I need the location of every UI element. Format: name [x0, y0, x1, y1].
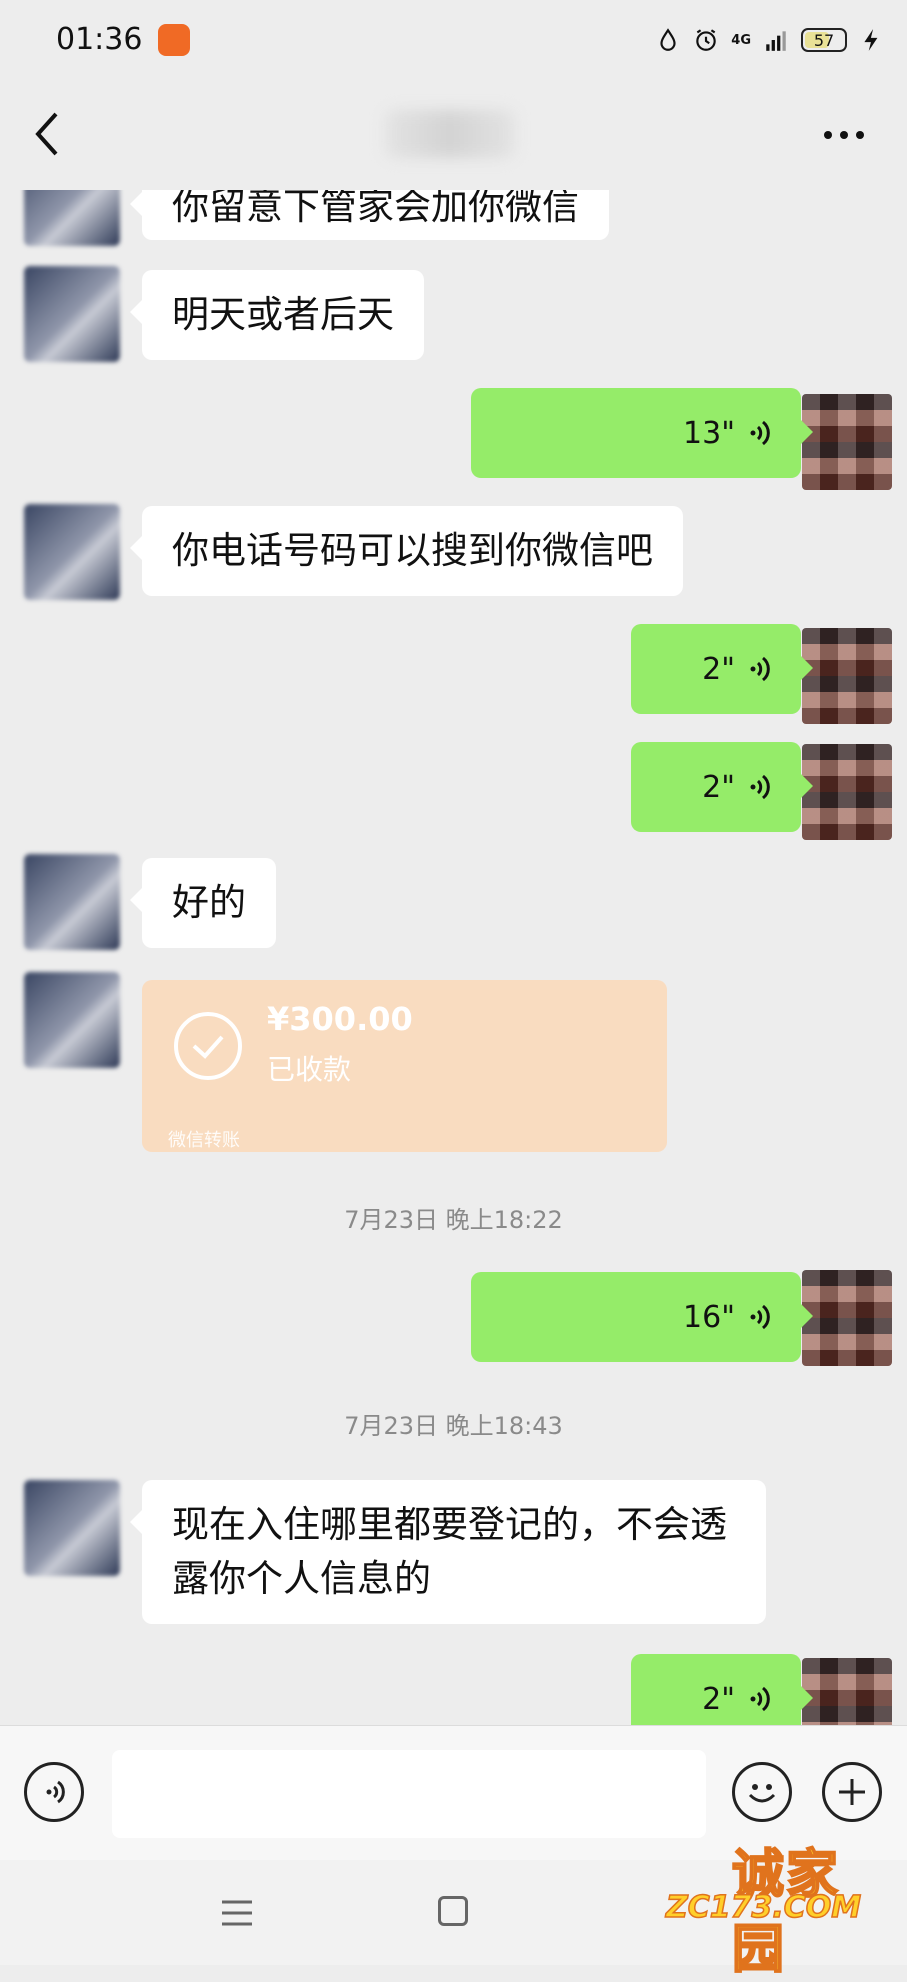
contact-avatar[interactable]: [24, 972, 120, 1068]
status-time: 01:36: [56, 22, 143, 57]
timestamp: 7月23日 晚上18:22: [344, 1206, 563, 1234]
transfer-card[interactable]: ¥300.00 已收款 微信转账: [142, 980, 667, 1152]
transfer-amount: ¥300.00: [267, 1000, 413, 1038]
self-avatar[interactable]: [802, 1658, 892, 1725]
status-bar: 01:36 4G 57: [0, 0, 907, 80]
watermark-url: ZC173.COM: [665, 1889, 862, 1926]
chat-header: [0, 80, 907, 190]
voice-message[interactable]: 2": [631, 742, 813, 832]
contact-avatar[interactable]: [24, 854, 120, 950]
voice-message[interactable]: 2": [631, 624, 813, 714]
network-type: 4G: [731, 32, 751, 48]
watermark-logo: 诚家园 ZC173.COM: [640, 1830, 890, 1981]
contact-avatar[interactable]: [24, 266, 120, 362]
voice-wave-icon: [750, 420, 770, 446]
back-arrow-icon[interactable]: [26, 106, 66, 162]
contact-avatar[interactable]: [24, 504, 120, 600]
voice-wave-icon: [750, 656, 770, 682]
signal-icon: [766, 31, 786, 51]
self-avatar[interactable]: [802, 394, 892, 490]
timestamp: 7月23日 晚上18:43: [344, 1412, 563, 1440]
self-avatar[interactable]: [802, 628, 892, 724]
voice-wave-icon: [750, 774, 770, 800]
received-message[interactable]: 你留意下管家会加你微信: [130, 190, 609, 240]
app-notification-icon: [158, 24, 190, 56]
water-drop-icon: [660, 28, 676, 51]
voice-message[interactable]: 16": [471, 1272, 813, 1362]
battery-level: 57: [813, 30, 835, 50]
voice-message[interactable]: 2": [631, 1654, 813, 1725]
voice-wave-icon: [750, 1686, 770, 1712]
charging-icon: [864, 29, 878, 51]
self-avatar[interactable]: [802, 744, 892, 840]
emoji-button[interactable]: [732, 1762, 792, 1822]
transfer-footer: 微信转账: [168, 1130, 240, 1151]
transfer-check-icon: [174, 1012, 242, 1080]
chat-title-blurred: [385, 110, 515, 158]
transfer-status: 已收款: [267, 1053, 352, 1086]
received-message[interactable]: 明天或者后天: [130, 270, 424, 360]
received-message[interactable]: 你电话号码可以搜到你微信吧: [130, 506, 683, 596]
voice-wave-icon: [750, 1304, 770, 1330]
message-input[interactable]: [112, 1750, 706, 1838]
more-options-icon[interactable]: [820, 120, 868, 150]
voice-input-button[interactable]: [24, 1762, 84, 1822]
received-message[interactable]: 现在入住哪里都要登记的，不会透露你个人信息的: [130, 1480, 766, 1624]
menu-icon[interactable]: [220, 1898, 254, 1928]
status-icons: 4G 57: [655, 20, 885, 60]
chat-message-list[interactable]: 你留意下管家会加你微信 明天或者后天 13" 你电话号码可以搜到你微信吧 2" …: [0, 190, 907, 1725]
more-functions-button[interactable]: [822, 1762, 882, 1822]
battery-indicator: 57: [801, 28, 847, 52]
voice-message[interactable]: 13": [471, 388, 813, 478]
contact-avatar[interactable]: [24, 1480, 120, 1576]
contact-avatar[interactable]: [24, 190, 120, 246]
home-button[interactable]: [438, 1896, 468, 1926]
alarm-icon: [696, 29, 717, 51]
received-message[interactable]: 好的: [130, 858, 276, 948]
self-avatar[interactable]: [802, 1270, 892, 1366]
